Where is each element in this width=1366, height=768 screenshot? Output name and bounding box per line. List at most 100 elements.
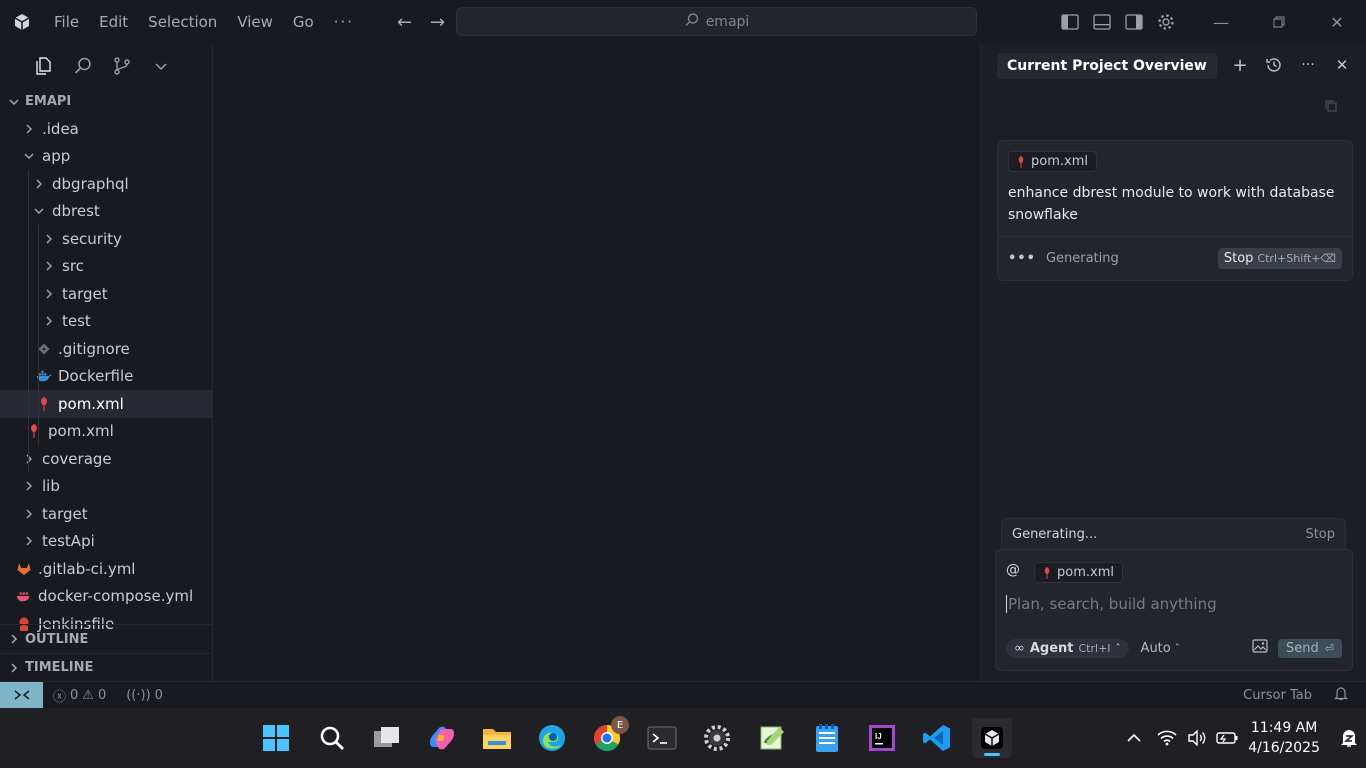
close-icon[interactable]: ✕ [1332,54,1352,76]
tree-folder[interactable]: app [0,143,212,171]
tree-file[interactable]: .gitlab-ci.yml [0,555,212,583]
show-hidden-icons-icon[interactable] [1116,733,1152,743]
cursor-tab-status[interactable]: Cursor Tab [1243,688,1312,703]
back-arrow-icon[interactable]: ← [388,12,421,33]
notepadpp-icon[interactable] [752,718,792,758]
mode-label: Agent [1029,640,1074,656]
wifi-icon[interactable] [1152,730,1182,746]
ports-count: 0 [154,687,163,703]
mode-selector[interactable]: ∞ Agent Ctrl+I ˄ [1006,638,1129,658]
tree-folder[interactable]: lib [0,473,212,501]
system-clock[interactable]: 11:49 AM 4/16/2025 [1248,718,1320,758]
tree-folder[interactable]: test [0,308,212,336]
chevron-down-icon[interactable] [150,55,172,77]
chat-tab-title[interactable]: Current Project Overview [997,53,1217,79]
menu-view[interactable]: View [227,0,283,44]
tree-item-label: target [62,284,108,303]
tree-item-label: docker-compose.yml [38,587,194,606]
copilot-icon[interactable] [422,718,462,758]
menu-go[interactable]: Go [283,0,324,44]
menu-more[interactable]: ··· [324,0,364,44]
chat-input[interactable]: Plan, search, build anything [1006,595,1336,613]
windows-start-icon[interactable] [256,718,296,758]
menu-file[interactable]: File [44,0,89,44]
tree-item-label: app [42,147,71,166]
restore-icon[interactable] [1250,0,1308,44]
task-view-icon[interactable] [367,718,407,758]
settings-gear-icon[interactable] [1150,13,1182,31]
notepad-icon[interactable] [807,718,847,758]
context-chip[interactable]: pom.xml [1008,151,1097,172]
tree-file[interactable]: .gitignore [0,335,212,363]
generating-bar-label: Generating... [1012,527,1098,542]
editor-area[interactable] [213,44,980,681]
tree-item-label: security [62,229,122,248]
tree-file[interactable]: Dockerfile [0,363,212,391]
chevron-up-icon: ˄ [1174,642,1180,654]
problems-indicator[interactable]: ⓧ 0 ⚠ 0 [53,686,106,705]
outline-section-header[interactable]: OUTLINE [0,625,212,653]
settings-app-icon[interactable] [697,718,737,758]
notifications-bell-icon[interactable] [1334,686,1348,705]
command-center-search[interactable]: emapi [456,7,977,36]
ports-indicator[interactable]: ((·)) 0 [126,688,163,703]
search-icon[interactable] [312,718,352,758]
loading-dots-icon: ••• [1008,250,1036,266]
tree-file[interactable]: docker-compose.yml [0,583,212,611]
menu-selection[interactable]: Selection [138,0,227,44]
cursor-app-icon[interactable] [972,718,1012,758]
search-icon[interactable] [72,55,94,77]
tree-folder[interactable]: coverage [0,445,212,473]
explorer-icon[interactable] [33,55,55,77]
vscode-icon[interactable] [917,718,957,758]
gitlab-file-icon [16,562,32,576]
timeline-section-header[interactable]: TIMELINE [0,653,212,681]
tree-folder[interactable]: src [0,253,212,281]
windows-taskbar: E IJ 11:49 AM 4/16/2025 [0,708,1366,768]
menu-edit[interactable]: Edit [89,0,138,44]
more-options-icon[interactable]: ··· [1298,54,1318,76]
tree-folder[interactable]: security [0,225,212,253]
explorer-root-header[interactable]: EMAPI [0,88,212,115]
tree-file[interactable]: pom.xml [0,418,212,446]
broadcast-icon: ((·)) [126,687,151,703]
notification-center-icon[interactable] [1332,728,1366,748]
active-indicator [984,753,1000,756]
minimize-icon[interactable]: — [1192,0,1250,44]
timeline-label: TIMELINE [25,660,94,675]
chrome-icon[interactable]: E [587,716,629,758]
intellij-icon[interactable]: IJ [862,718,902,758]
toggle-panel-icon[interactable] [1086,14,1118,30]
edge-icon[interactable] [532,718,572,758]
tree-folder[interactable]: dbrest [0,198,212,226]
toggle-secondary-sidebar-icon[interactable] [1118,14,1150,30]
forward-arrow-icon[interactable]: → [421,12,454,33]
tree-folder[interactable]: .idea [0,115,212,143]
file-explorer-icon[interactable] [477,718,517,758]
model-selector[interactable]: Auto ˄ [1141,641,1180,656]
tree-folder[interactable]: target [0,280,212,308]
volume-icon[interactable] [1182,730,1212,746]
stop-link[interactable]: Stop [1305,527,1335,542]
mention-button[interactable]: @ [1006,562,1020,578]
source-control-icon[interactable] [111,55,133,77]
battery-icon[interactable] [1212,731,1242,745]
remote-indicator-icon[interactable] [0,682,43,708]
close-window-icon[interactable]: ✕ [1308,0,1366,44]
new-chat-icon[interactable]: + [1230,54,1250,76]
terminal-icon[interactable] [642,718,682,758]
stop-button[interactable]: Stop Ctrl+Shift+⌫ [1217,247,1342,269]
copy-icon[interactable] [1324,99,1338,117]
tree-file[interactable]: pom.xml [0,390,212,418]
toggle-primary-sidebar-icon[interactable] [1054,14,1086,30]
composer-context-chip[interactable]: pom.xml [1034,562,1123,583]
history-icon[interactable] [1264,54,1284,76]
user-message-card[interactable]: pom.xml enhance dbrest module to work wi… [997,140,1353,281]
tree-folder[interactable]: dbgraphql [0,170,212,198]
image-attach-icon[interactable] [1252,639,1268,657]
clock-date: 4/16/2025 [1248,740,1320,756]
send-button[interactable]: Send ⏎ [1278,638,1342,658]
tree-folder[interactable]: testApi [0,528,212,556]
tree-item-label: testApi [42,532,95,551]
tree-folder[interactable]: target [0,500,212,528]
